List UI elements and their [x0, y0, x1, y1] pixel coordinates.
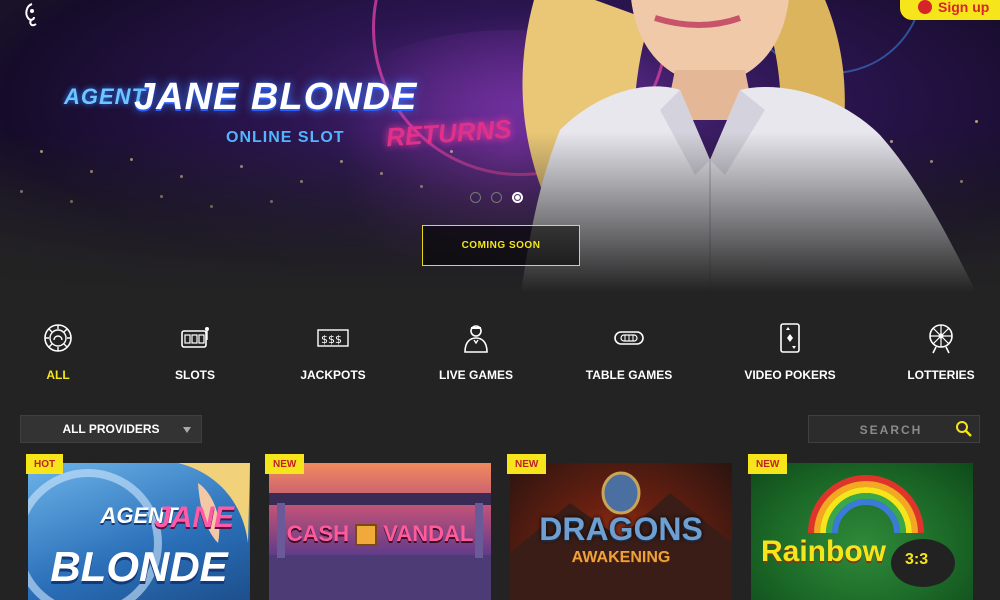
chevron-down-icon	[183, 427, 191, 433]
carousel-dot-1[interactable]	[470, 192, 481, 203]
signup-button[interactable]: Sign up	[900, 0, 1000, 20]
game-card-dragons-awakening[interactable]: DRAGONS AWAKENING	[510, 463, 732, 600]
game-badge-new: NEW	[507, 454, 547, 474]
playing-card-icon	[780, 323, 800, 353]
game-title-suffix: 3:3	[905, 551, 929, 568]
category-label: SLOTS	[174, 368, 215, 382]
category-label: ALL	[46, 368, 70, 382]
game-card-cash-vandal[interactable]: CASH VANDAL	[269, 463, 491, 600]
game-title-line2: JANE	[153, 501, 235, 534]
category-lotteries[interactable]: LOTTERIES	[907, 322, 975, 382]
game-title-part2: VANDAL	[383, 521, 474, 546]
game-title-line2: AWAKENING	[571, 549, 671, 566]
hero-subtitle: ONLINE SLOT	[226, 129, 345, 146]
category-label: LIVE GAMES	[439, 368, 514, 382]
provider-dropdown[interactable]: ALL PROVIDERS	[20, 415, 202, 443]
signup-label: Sign up	[938, 0, 990, 15]
spray-can-icon	[355, 524, 378, 547]
dealer-icon	[464, 325, 488, 353]
chip-icon	[44, 324, 72, 352]
carousel-dots	[470, 192, 523, 203]
category-jackpots[interactable]: $$$ JACKPOTS	[300, 322, 366, 382]
category-live-games[interactable]: LIVE GAMES	[439, 322, 514, 382]
provider-dropdown-label: ALL PROVIDERS	[62, 422, 160, 436]
search-input[interactable]	[809, 416, 963, 444]
category-label: JACKPOTS	[300, 368, 366, 382]
dollar-signs-icon: $$$	[317, 329, 349, 347]
game-card-agent-jane-blonde[interactable]: AGENT JANE BLONDE	[28, 463, 250, 600]
game-title-main: Rainbow	[761, 535, 886, 568]
game-badge-hot: HOT	[26, 454, 64, 474]
game-badge-new: NEW	[265, 454, 305, 474]
table-icon	[614, 331, 644, 345]
category-nav: ALL SLOTS $$$ JACKPOTS LIVE GAMES TABLE …	[0, 322, 1000, 392]
game-title: CASH VANDAL	[269, 521, 491, 547]
category-label: LOTTERIES	[907, 368, 975, 382]
category-table-games[interactable]: TABLE GAMES	[585, 322, 673, 382]
search-icon[interactable]	[955, 420, 973, 438]
category-slots[interactable]: SLOTS	[170, 322, 220, 382]
game-title-line3: BLONDE	[50, 543, 228, 590]
game-title-line1: DRAGONS	[539, 511, 703, 547]
hero-title-main: JANE BLONDE	[134, 76, 418, 118]
carousel-dot-3[interactable]	[512, 192, 523, 203]
category-label: VIDEO POKERS	[744, 368, 836, 382]
svg-text:$$$: $$$	[321, 333, 342, 346]
game-title-part1: CASH	[286, 521, 350, 546]
hero-title-suffix: RETURNS	[385, 113, 513, 153]
category-label: TABLE GAMES	[585, 368, 673, 382]
site-logo[interactable]	[22, 2, 44, 28]
hero-banner: Sign up AGENT JANE BLONDE ONLINE SLOT RE…	[0, 0, 1000, 292]
coming-soon-button[interactable]: COMING SOON	[422, 225, 580, 266]
game-card-rainbow-riches[interactable]: Rainbow 3:3	[751, 463, 973, 600]
smiley-icon	[918, 0, 932, 14]
slot-machine-icon	[181, 327, 209, 348]
search-box	[808, 415, 980, 444]
category-all[interactable]: ALL	[40, 322, 76, 382]
carousel-dot-2[interactable]	[491, 192, 502, 203]
category-video-pokers[interactable]: VIDEO POKERS	[744, 322, 836, 382]
game-badge-new: NEW	[748, 454, 788, 474]
wheel-icon	[929, 324, 953, 354]
hero-title: AGENT JANE BLONDE ONLINE SLOT RETURNS	[64, 76, 514, 162]
game-art	[808, 475, 955, 587]
